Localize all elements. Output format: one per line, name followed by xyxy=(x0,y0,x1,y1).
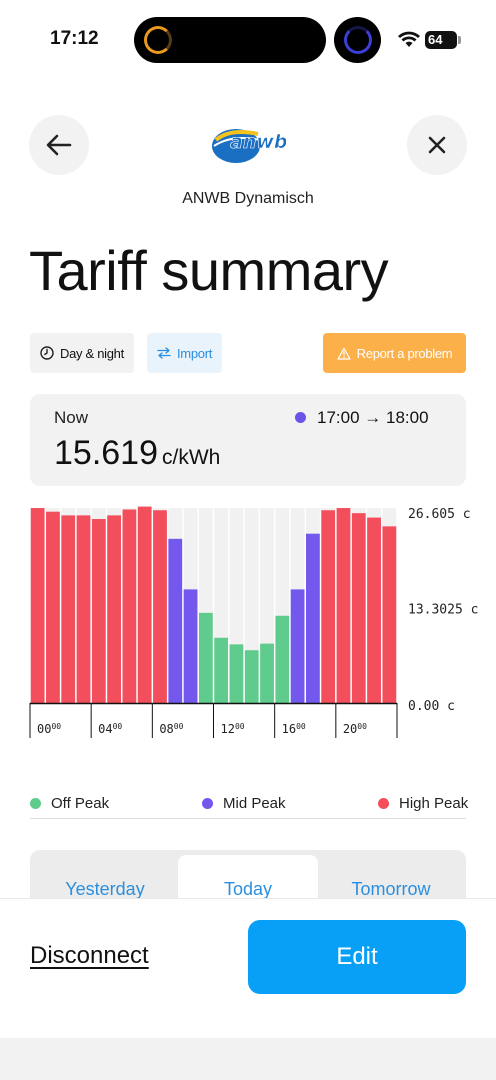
status-bar: 17:12 64 xyxy=(0,0,496,80)
off-peak-dot xyxy=(30,797,41,809)
chart-bar-23 xyxy=(382,526,397,703)
chart-bar-17 xyxy=(290,589,305,703)
chart-bar-04 xyxy=(91,519,106,703)
report-problem-button[interactable]: Report a problem xyxy=(323,333,466,373)
x-tick-label: 1200 xyxy=(221,722,245,736)
current-price-unit: c/kWh xyxy=(162,446,221,469)
activity-ring-icon xyxy=(344,26,372,54)
disconnect-link[interactable]: Disconnect xyxy=(30,942,149,970)
chart-bar-03 xyxy=(76,515,91,703)
chart-bar-15 xyxy=(260,643,274,703)
page-title: Tariff summary xyxy=(29,239,389,302)
current-price: 15.619 c/kWh xyxy=(54,434,220,473)
chart-bar-10 xyxy=(183,589,198,703)
close-button[interactable] xyxy=(407,115,467,175)
chart-bar-13 xyxy=(229,644,244,703)
legend-off-peak: Off Peak xyxy=(30,793,109,813)
day-night-label: Day & night xyxy=(60,345,124,361)
import-label: Import xyxy=(177,345,213,361)
dynamic-island xyxy=(134,17,326,63)
chart-bar-09 xyxy=(168,538,183,703)
chart-bar-20 xyxy=(336,508,351,703)
arrow-left-icon xyxy=(46,134,72,156)
chart-bar-21 xyxy=(351,513,366,703)
current-time-range: 17:00 → 18:00 xyxy=(317,408,429,427)
x-tick-label: 0000 xyxy=(37,722,61,736)
bottom-action-bar: Disconnect Edit xyxy=(0,898,496,1038)
now-label: Now xyxy=(54,408,89,427)
x-tick-label: 1600 xyxy=(282,722,306,736)
chart-bar-06 xyxy=(122,509,137,703)
clock-icon xyxy=(40,346,54,360)
import-chip[interactable]: Import xyxy=(147,333,223,373)
high-peak-dot xyxy=(378,797,389,809)
x-tick-label: 2000 xyxy=(343,722,367,736)
chart-bar-05 xyxy=(107,515,121,703)
back-button[interactable] xyxy=(29,115,89,175)
x-tick-label: 0800 xyxy=(159,722,183,736)
tariff-bar-chart: 26.605 c 13.3025 c 0.00 c 0000 0400 0800 1200 1… xyxy=(29,506,478,738)
y-tick-label: 26.605 c xyxy=(408,507,471,522)
battery-indicator: 64 xyxy=(425,31,461,49)
legend-high-peak: High Peak xyxy=(378,793,468,813)
mid-peak-dot xyxy=(202,797,213,809)
edit-button[interactable]: Edit xyxy=(248,920,466,994)
chart-bar-16 xyxy=(275,615,290,703)
dynamic-island-secondary xyxy=(334,17,381,63)
status-time: 17:12 xyxy=(50,28,99,49)
current-price-card: Now 15.619 c/kWh 17:00 → 18:00 xyxy=(30,394,466,486)
y-tick-label: 0.00 c xyxy=(408,699,455,714)
chart-bar-11 xyxy=(198,612,213,703)
legend-mid-peak-label: Mid Peak xyxy=(223,794,286,812)
legend-off-peak-label: Off Peak xyxy=(51,794,110,812)
provider-logo: anwb xyxy=(212,129,286,163)
chart-bar-08 xyxy=(153,510,167,703)
tariff-chart: 26.605 c 13.3025 c 0.00 c 0000 0400 0800 1200 1… xyxy=(0,500,496,750)
warning-icon xyxy=(337,347,351,360)
chart-bar-12 xyxy=(214,637,229,703)
chart-bar-07 xyxy=(137,506,152,703)
timer-activity-icon xyxy=(144,26,172,54)
logo-text: anwb xyxy=(230,131,286,153)
swap-arrows-icon xyxy=(157,347,171,359)
chart-bar-14 xyxy=(244,650,259,703)
close-icon xyxy=(428,136,446,154)
day-night-chip[interactable]: Day & night xyxy=(30,333,134,373)
provider-name: ANWB Dynamisch xyxy=(182,190,314,207)
chart-bar-01 xyxy=(46,511,60,703)
wifi-icon xyxy=(398,31,420,47)
chart-bar-00 xyxy=(30,508,45,703)
chart-bar-02 xyxy=(61,515,76,703)
chart-bar-18 xyxy=(306,533,320,703)
legend-divider xyxy=(30,818,466,819)
x-tick-label: 0400 xyxy=(98,722,122,736)
current-price-value: 15.619 xyxy=(54,434,158,472)
y-tick-label: 13.3025 c xyxy=(408,603,478,618)
legend-mid-peak: Mid Peak xyxy=(202,793,286,813)
legend-high-peak-label: High Peak xyxy=(399,794,469,812)
report-problem-label: Report a problem xyxy=(356,345,453,361)
chart-bar-19 xyxy=(321,510,336,703)
home-indicator-area xyxy=(0,1038,496,1080)
chart-bar-22 xyxy=(367,517,381,703)
mid-peak-indicator-dot xyxy=(295,412,306,423)
